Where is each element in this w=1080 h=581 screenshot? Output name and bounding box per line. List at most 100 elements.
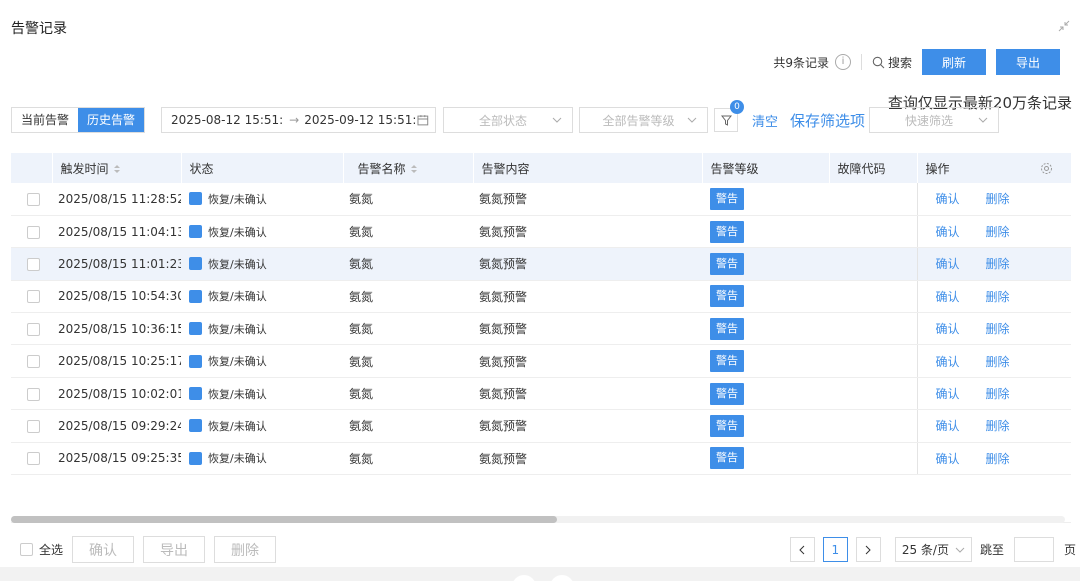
confirm-link[interactable]: 确认 [936,419,960,433]
row-checkbox-cell [11,442,52,476]
cell-fault-code [829,215,917,249]
save-filters-link[interactable]: 保存筛选项 [790,110,865,131]
next-page-button[interactable] [855,537,881,562]
delete-link[interactable]: 删除 [986,225,1010,239]
cell-status: 恢复/未确认 [181,247,343,281]
row-checkbox[interactable] [27,225,40,239]
confirm-link[interactable]: 确认 [936,322,960,336]
row-checkbox[interactable] [27,452,40,466]
refresh-button[interactable]: 刷新 [922,49,986,75]
info-icon[interactable]: i [834,54,851,70]
cell-level: 警告 [702,280,829,314]
confirm-link[interactable]: 确认 [936,192,960,206]
cell-time: 2025/08/15 10:25:17 [52,344,181,378]
confirm-link[interactable]: 确认 [936,387,960,401]
table-row[interactable]: 2025/08/15 11:28:52 恢复/未确认 氨氮 氨氮预警 警告 确认 删除 [11,183,1071,216]
row-checkbox[interactable] [27,192,40,206]
cell-actions: 确认 删除 [916,344,1071,378]
date-start: 2025-08-12 15:51:03 [171,113,284,127]
sort-icon[interactable] [113,164,121,174]
table-row[interactable]: 2025/08/15 10:36:15 恢复/未确认 氨氮 氨氮预警 警告 确认 删除 [11,312,1071,346]
chevron-down-icon [955,547,965,553]
confirm-link[interactable]: 确认 [936,225,960,239]
level-select[interactable]: 全部告警等级 [579,107,709,133]
select-all-checkbox[interactable]: 全选 [20,541,63,558]
delete-link[interactable]: 删除 [986,290,1010,304]
bulk-export-button[interactable]: 导出 [143,536,206,563]
cell-fault-code [829,409,917,443]
cell-time: 2025/08/15 11:28:52 [52,183,181,216]
status-text: 恢复/未确认 [208,225,267,239]
column-header-time[interactable]: 触发时间 [52,153,182,183]
confirm-link[interactable]: 确认 [936,290,960,304]
table-row[interactable]: 2025/08/15 09:25:35 恢复/未确认 氨氮 氨氮预警 警告 确认 删除 [11,442,1071,476]
status-select[interactable]: 全部状态 [443,107,574,133]
table-row[interactable]: 2025/08/15 11:04:13 恢复/未确认 氨氮 氨氮预警 警告 确认 删除 [11,215,1071,249]
row-checkbox[interactable] [27,387,40,401]
cell-fault-code [829,442,917,476]
export-button[interactable]: 导出 [996,49,1060,75]
status-text: 恢复/未确认 [208,290,267,304]
horizontal-scrollbar[interactable] [11,516,1065,523]
tab-current-alarms[interactable]: 当前告警 [12,108,79,132]
gear-icon[interactable] [1040,162,1053,175]
delete-link[interactable]: 删除 [986,355,1010,369]
level-tag: 警告 [710,350,744,373]
table-row[interactable]: 2025/08/15 11:01:23 恢复/未确认 氨氮 氨氮预警 警告 确认 删除 [11,247,1071,281]
table-header: 触发时间 状态 告警名称 告警内容 告警等级 故障代码 操作 [11,153,1071,183]
cell-status: 恢复/未确认 [181,409,343,443]
bulk-delete-button[interactable]: 删除 [214,536,277,563]
decoration [512,575,536,581]
search-icon [872,56,885,68]
prev-page-button[interactable] [789,537,815,562]
delete-link[interactable]: 删除 [986,452,1010,466]
cell-content: 氨氮预警 [473,183,702,216]
table-row[interactable]: 2025/08/15 10:54:30 恢复/未确认 氨氮 氨氮预警 警告 确认 删除 [11,280,1071,314]
page-size-select[interactable]: 25 条/页 [894,537,972,562]
cell-level: 警告 [702,183,829,216]
scrollbar-thumb[interactable] [11,516,557,523]
row-checkbox[interactable] [27,290,40,304]
table-row[interactable]: 2025/08/15 10:25:17 恢复/未确认 氨氮 氨氮预警 警告 确认 删除 [11,344,1071,378]
bulk-confirm-button[interactable]: 确认 [72,536,135,563]
row-checkbox-cell [11,247,52,281]
column-header-content: 告警内容 [473,153,703,183]
clear-filters-link[interactable]: 清空 [752,111,778,130]
cell-level: 警告 [702,312,829,346]
row-checkbox[interactable] [27,322,40,336]
delete-link[interactable]: 删除 [986,257,1010,271]
column-header-name[interactable]: 告警名称 [343,153,474,183]
collapse-icon[interactable] [1058,20,1070,32]
sort-icon[interactable] [410,164,418,174]
page-button-current[interactable]: 1 [822,537,848,562]
row-checkbox-cell [11,344,52,378]
row-checkbox[interactable] [27,419,40,433]
checkbox[interactable] [20,543,33,556]
status-indicator [189,451,202,465]
search-button[interactable]: 搜索 [872,54,912,71]
tab-history-alarms[interactable]: 历史告警 [78,108,145,132]
quick-filter-select[interactable]: 快速筛选 [869,107,1000,133]
row-checkbox[interactable] [27,257,40,271]
confirm-link[interactable]: 确认 [936,257,960,271]
date-end: 2025-09-12 15:51:03 [304,113,417,127]
table-row[interactable]: 2025/08/15 10:02:01 恢复/未确认 氨氮 氨氮预警 警告 确认 删除 [11,377,1071,411]
delete-link[interactable]: 删除 [986,192,1010,206]
jump-page-input[interactable] [1013,537,1054,562]
cell-fault-code [829,280,917,314]
confirm-link[interactable]: 确认 [936,355,960,369]
delete-link[interactable]: 删除 [986,387,1010,401]
delete-link[interactable]: 删除 [986,322,1010,336]
alarm-table: 触发时间 状态 告警名称 告警内容 告警等级 故障代码 操作 2025/08/1… [11,153,1071,523]
confirm-link[interactable]: 确认 [936,452,960,466]
delete-link[interactable]: 删除 [986,419,1010,433]
cell-name: 氨氮 [343,312,473,346]
table-row[interactable]: 2025/08/15 09:29:24 恢复/未确认 氨氮 氨氮预警 警告 确认 删除 [11,409,1071,443]
cell-actions: 确认 删除 [916,409,1071,443]
filter-button[interactable]: 0 [714,100,745,132]
row-checkbox[interactable] [27,355,40,369]
date-range-picker[interactable]: 2025-08-12 15:51:03 → 2025-09-12 15:51:0… [161,107,437,133]
cell-status: 恢复/未确认 [181,280,343,314]
filter-count-badge: 0 [730,100,745,114]
cell-fault-code [829,312,917,346]
